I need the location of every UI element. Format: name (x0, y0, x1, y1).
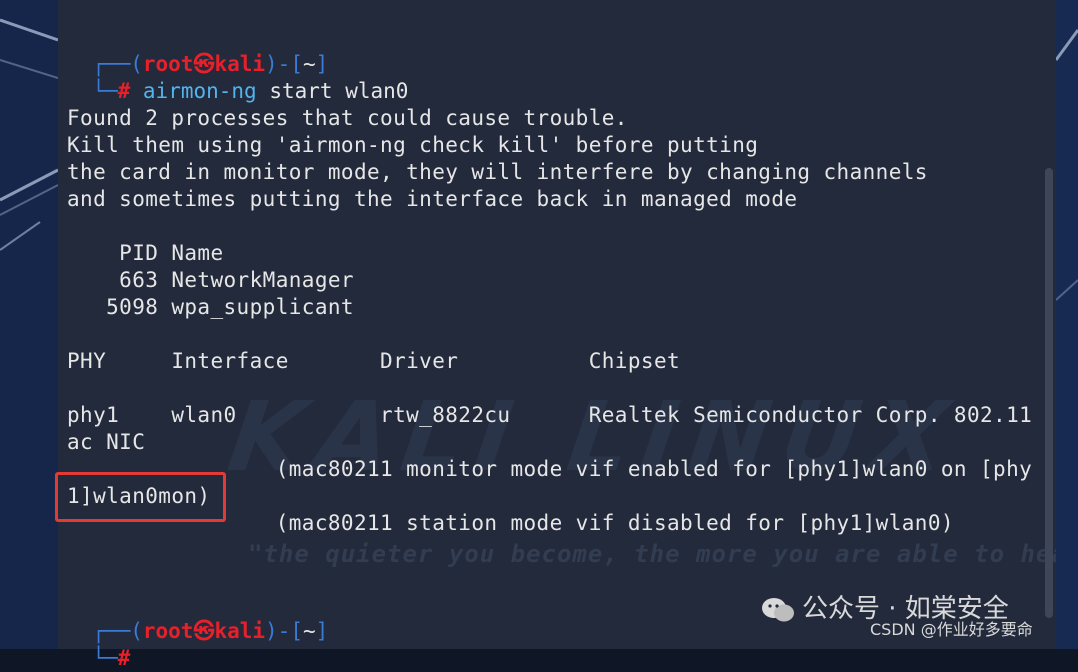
process-row: 5098 wpa_supplicant (67, 295, 354, 319)
process-table-header: PID Name (67, 241, 224, 265)
prompt-top-line: ┌──(root㉿kali)-[~] (67, 591, 328, 643)
warning-line-1: Found 2 processes that could cause troub… (67, 106, 628, 130)
prompt-box-bottom: └─ (92, 79, 118, 103)
interface-table-row-wrap: ac NIC (67, 430, 146, 454)
wallpaper-quote: "the quieter you become, the more you ar… (248, 540, 1056, 568)
interface-table-header: PHY Interface Driver Chipset (67, 349, 681, 373)
wallpaper-right-strip (1056, 0, 1078, 649)
terminal-scrollbar-thumb[interactable] (1045, 168, 1053, 618)
interface-table-row: phy1 wlan0 rtw_8822cu Realtek Semiconduc… (67, 403, 1033, 427)
prompt-top-line: ┌──(root㉿kali)-[~] (67, 24, 328, 76)
command-program: airmon-ng (142, 79, 257, 103)
station-mode-line: (mac80211 station mode vif disabled for … (67, 511, 954, 535)
wechat-icon (762, 597, 794, 621)
prompt-user: root (142, 619, 194, 643)
prompt-command-line: └─# airmon-ng start wlan0 (67, 51, 408, 103)
skull-icon: ㉿ (193, 619, 215, 643)
wechat-watermark: 公众号 · 如棠安全 (760, 588, 1060, 624)
prompt-host: kali (214, 619, 266, 643)
prompt-command-line[interactable]: └─# (67, 618, 130, 670)
prompt-box-bottom: └─ (92, 646, 118, 670)
warning-line-3: the card in monitor mode, they will inte… (67, 160, 928, 184)
command-args: start wlan0 (256, 79, 409, 103)
warning-line-4: and sometimes putting the interface back… (67, 187, 798, 211)
csdn-watermark: CSDN @作业好多要命 (870, 620, 1033, 639)
warning-line-2: Kill them using 'airmon-ng check kill' b… (67, 133, 759, 157)
wallpaper-left-strip (0, 0, 58, 649)
prompt-mid: )-[ (265, 619, 303, 643)
prompt-end: ] (315, 619, 329, 643)
prompt-hash: # (117, 79, 131, 103)
process-row: 663 NetworkManager (67, 268, 354, 292)
prompt-hash: # (117, 646, 131, 670)
prompt-cwd: ~ (302, 619, 316, 643)
